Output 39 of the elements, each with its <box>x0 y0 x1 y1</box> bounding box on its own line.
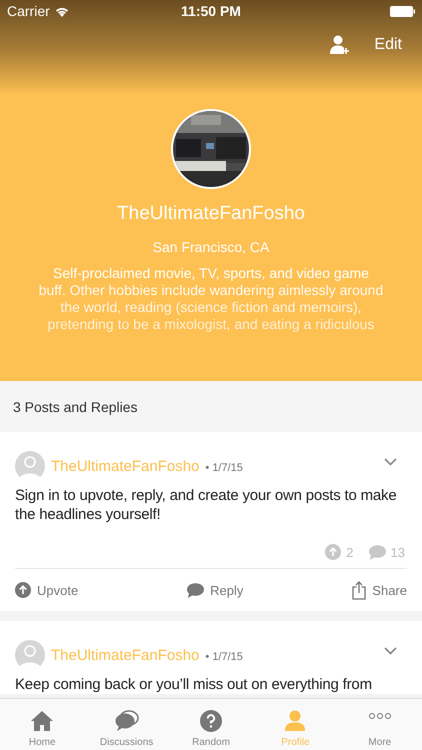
edit-button[interactable]: Edit <box>374 36 402 54</box>
tab-bar-item[interactable]: Random <box>168 699 254 750</box>
chevron-down-icon[interactable] <box>384 458 397 466</box>
post-text: Sign in to upvote, reply, and create your own posts to make the headlines yourself! <box>15 486 398 524</box>
reply-button[interactable]: Reply <box>187 582 244 598</box>
comment-icon <box>187 582 204 598</box>
tab-bar-item[interactable]: More <box>338 699 422 750</box>
upvote-count: 2 <box>346 544 354 560</box>
home-icon <box>31 710 54 732</box>
post-date: • 1/7/15 <box>205 462 243 474</box>
upvote-button[interactable]: Upvote <box>15 582 78 598</box>
chevron-down-icon[interactable] <box>384 647 397 655</box>
add-person-icon[interactable] <box>330 35 350 55</box>
speech-bubbles-icon <box>114 710 139 732</box>
bio-line: the world, reading (science fiction and memoirs), <box>60 299 362 316</box>
bio-line: buff. Other hobbies include wandering aimlessly around <box>38 282 384 299</box>
post-text: Keep coming back or you’ll miss out on everything from <box>15 675 373 694</box>
carrier-label: Carrier <box>7 3 50 19</box>
upvote-icon <box>325 544 342 560</box>
bio-line: pretending to be a mixologist, and eating a ridiculous <box>48 316 374 333</box>
tab-bar-item[interactable]: Home <box>0 699 84 750</box>
bio-line: Self-proclaimed movie, TV, sports, and video game <box>53 265 369 282</box>
share-icon <box>352 580 366 600</box>
wifi-icon <box>54 6 69 16</box>
more-icon <box>368 713 392 719</box>
share-button[interactable]: Share <box>352 580 407 600</box>
upvote-icon <box>15 582 31 598</box>
profile-name: TheUltimateFanFosho <box>117 203 305 225</box>
person-icon <box>285 710 306 732</box>
reply-count: 13 <box>390 544 405 560</box>
avatar-icon <box>15 640 45 670</box>
post-date: • 1/7/15 <box>205 651 243 663</box>
profile-location: San Francisco, CA <box>152 239 270 255</box>
comment-icon <box>368 544 386 560</box>
clock-time: 11:50 PM <box>180 3 242 19</box>
tab-bar-item[interactable]: Discussions <box>84 699 169 750</box>
battery-icon <box>390 6 415 16</box>
question-mark-icon <box>200 710 222 732</box>
avatar-icon <box>15 451 45 481</box>
